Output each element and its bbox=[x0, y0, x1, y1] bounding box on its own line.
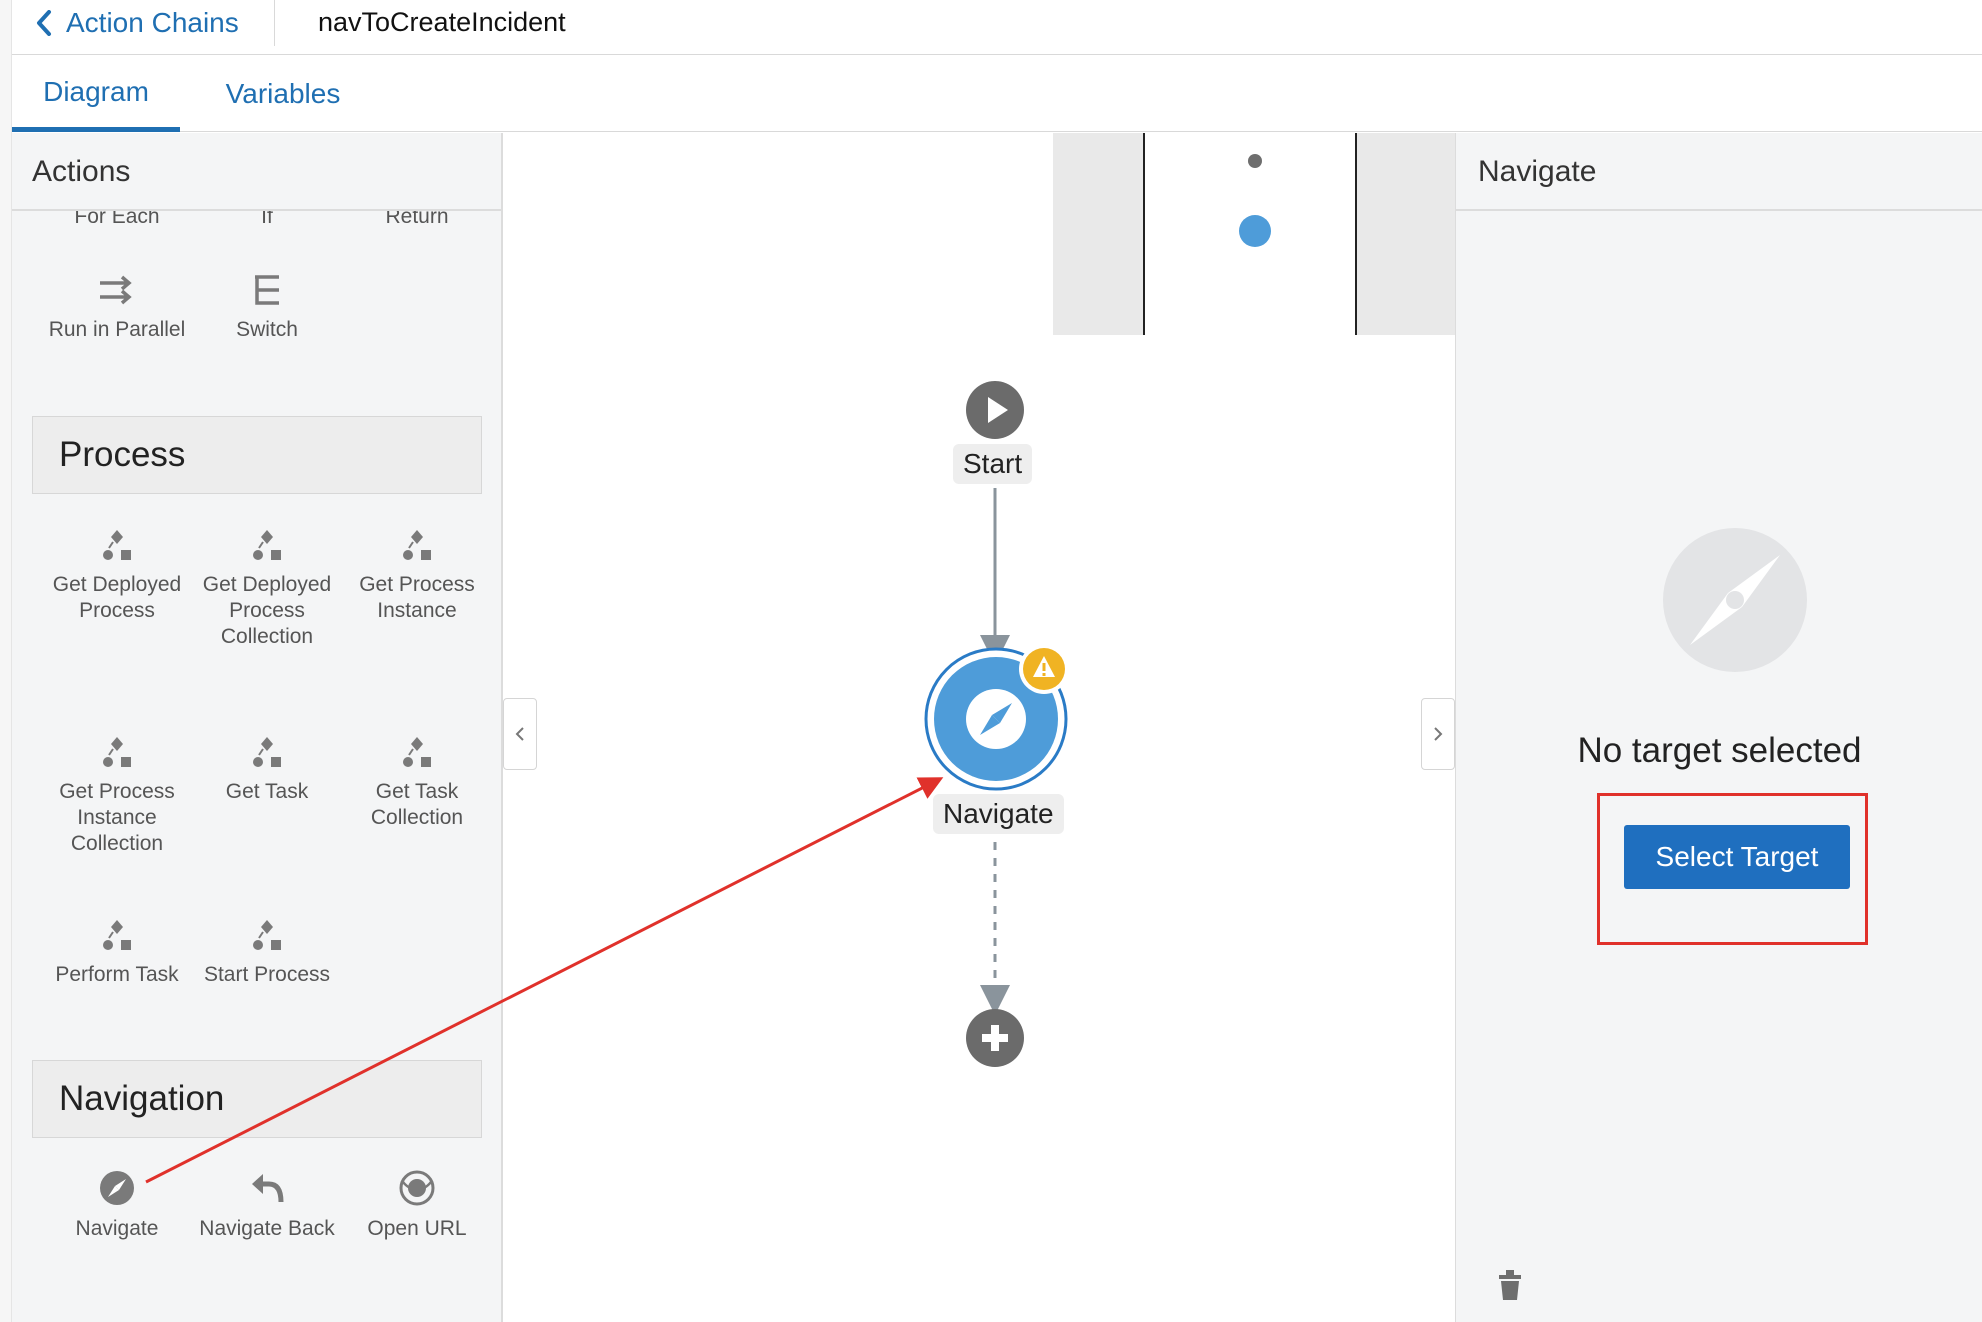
switch-icon bbox=[255, 275, 279, 305]
palette-item-get-deployed-process-collection[interactable]: Get Deployed Process Collection bbox=[192, 528, 342, 650]
add-action-button[interactable] bbox=[965, 1008, 1025, 1068]
section-title: Process bbox=[59, 435, 186, 474]
process-icon bbox=[403, 530, 431, 560]
palette-item-navigate[interactable]: Navigate bbox=[42, 1170, 192, 1242]
section-process-header[interactable]: Process bbox=[32, 416, 482, 494]
actions-panel-header: Actions bbox=[12, 133, 501, 211]
palette-item-label: Navigate Back bbox=[199, 1217, 335, 1240]
action-chain-title: navToCreateIncident bbox=[318, 7, 566, 37]
top-header: Action Chains navToCreateIncident bbox=[12, 0, 1982, 55]
section-title: Navigation bbox=[59, 1079, 225, 1118]
palette-item-label: Get Deployed Process bbox=[52, 573, 182, 622]
start-node[interactable] bbox=[965, 380, 1025, 440]
palette-item-get-task[interactable]: Get Task bbox=[192, 735, 342, 805]
actions-panel-title: Actions bbox=[32, 155, 131, 188]
tab-diagram[interactable]: Diagram bbox=[12, 56, 180, 132]
process-icon bbox=[403, 737, 431, 767]
tab-bar: Diagram Variables bbox=[12, 56, 1982, 132]
section-navigation-header[interactable]: Navigation bbox=[32, 1060, 482, 1138]
no-target-message: No target selected bbox=[1577, 731, 1862, 770]
palette-item-start-process[interactable]: Start Process bbox=[192, 918, 342, 988]
tab-variables[interactable]: Variables bbox=[198, 56, 368, 132]
header-divider bbox=[274, 0, 275, 46]
minimap-nodes bbox=[1239, 154, 1271, 247]
plus-icon bbox=[966, 1009, 1024, 1067]
process-icon bbox=[103, 920, 131, 950]
palette-item-open-url[interactable]: Open URL bbox=[342, 1170, 492, 1242]
compass-icon bbox=[1662, 527, 1808, 673]
palette-item-label: Get Task bbox=[225, 780, 309, 803]
palette-item-label: Run in Parallel bbox=[48, 318, 186, 341]
palette-item-run-in-parallel[interactable]: Run in Parallel bbox=[42, 273, 192, 343]
palette-item-label: Start Process bbox=[203, 963, 331, 986]
window-edge bbox=[0, 0, 12, 1322]
chevron-left-icon bbox=[37, 9, 51, 36]
palette-item-switch[interactable]: Switch bbox=[192, 273, 342, 343]
palette-item-label: Navigate bbox=[75, 1217, 159, 1240]
palette-item-label: Get Task Collection bbox=[370, 780, 464, 829]
palette-item-navigate-back[interactable]: Navigate Back bbox=[192, 1170, 342, 1242]
palette-item-label: Get Process Instance bbox=[359, 573, 475, 622]
palette-item-label: Get Deployed Process Collection bbox=[202, 573, 332, 648]
back-link-label: Action Chains bbox=[66, 6, 239, 38]
palette-item-label: Switch bbox=[236, 318, 298, 341]
compass-icon bbox=[100, 1171, 134, 1205]
palette-item-label: Perform Task bbox=[55, 963, 179, 986]
trash-icon[interactable] bbox=[1498, 1269, 1522, 1301]
properties-panel-title: Navigate bbox=[1478, 155, 1597, 188]
palette-item-get-deployed-process[interactable]: Get Deployed Process bbox=[42, 528, 192, 624]
process-icon bbox=[253, 920, 281, 950]
undo-arrow-icon bbox=[252, 1174, 284, 1203]
palette-item-get-process-instance-collection[interactable]: Get Process Instance Collection bbox=[42, 735, 192, 857]
process-icon bbox=[253, 737, 281, 767]
warning-badge[interactable] bbox=[1018, 643, 1070, 695]
palette-item-label: Get Process Instance Collection bbox=[59, 780, 175, 855]
chevron-right-icon bbox=[1434, 727, 1443, 741]
collapse-left-panel-handle[interactable] bbox=[503, 698, 537, 770]
properties-panel: Navigate No target selected Select Targe… bbox=[1455, 133, 1982, 1322]
play-icon bbox=[966, 381, 1024, 439]
properties-panel-header: Navigate bbox=[1456, 133, 1982, 211]
parallel-arrows-icon bbox=[100, 275, 132, 305]
palette-item-get-process-instance[interactable]: Get Process Instance bbox=[342, 528, 492, 624]
minimap-viewport[interactable] bbox=[1143, 133, 1357, 335]
process-icon bbox=[253, 530, 281, 560]
warning-icon bbox=[1019, 644, 1069, 694]
palette-item-get-task-collection[interactable]: Get Task Collection bbox=[342, 735, 492, 831]
diagram-minimap[interactable] bbox=[1053, 133, 1455, 335]
select-target-button[interactable]: Select Target bbox=[1624, 825, 1850, 889]
navigate-node-label: Navigate bbox=[933, 794, 1064, 834]
palette-item-perform-task[interactable]: Perform Task bbox=[42, 918, 192, 988]
back-to-action-chains-link[interactable]: Action Chains bbox=[36, 0, 239, 45]
process-icon bbox=[103, 530, 131, 560]
start-node-label: Start bbox=[953, 444, 1033, 484]
palette-item-label: Open URL bbox=[367, 1217, 467, 1240]
globe-icon bbox=[399, 1170, 435, 1206]
chevron-left-icon bbox=[515, 727, 524, 741]
actions-palette: Actions For Each If Return Run in Parall… bbox=[12, 133, 503, 1322]
process-icon bbox=[103, 737, 131, 767]
collapse-right-panel-handle[interactable] bbox=[1421, 698, 1455, 770]
